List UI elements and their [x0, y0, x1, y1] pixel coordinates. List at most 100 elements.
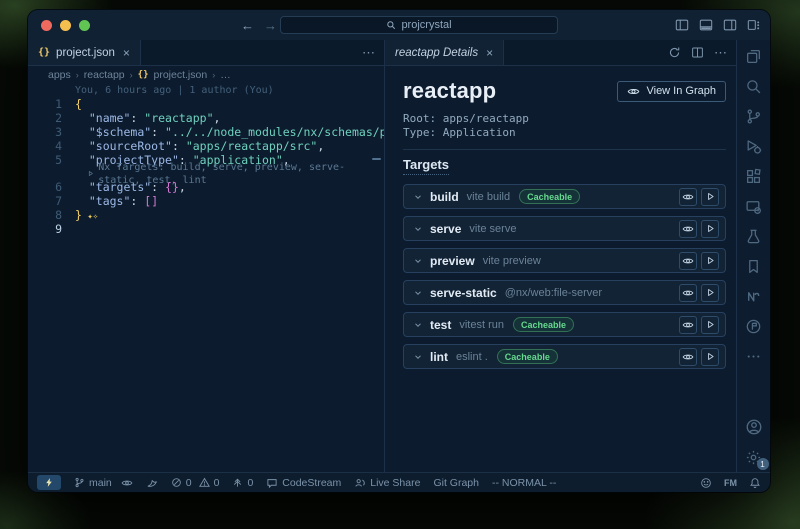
- code-editor[interactable]: You, 6 hours ago | 1 author (You)1{2 "na…: [28, 83, 384, 472]
- target-row[interactable]: test vitest run Cacheable: [403, 312, 726, 337]
- nx-project-details-panel: reactapp View In Graph Root: apps/reacta…: [385, 66, 736, 472]
- activity-account-icon[interactable]: [745, 418, 763, 436]
- target-name: build: [430, 190, 459, 204]
- code-line: 2 "name": "reactapp",: [28, 111, 384, 125]
- fm-extension-item[interactable]: FM: [724, 478, 737, 488]
- activity-more-icon[interactable]: [745, 347, 763, 365]
- tab-project-json[interactable]: {} project.json ×: [28, 40, 141, 65]
- warning-icon: [199, 477, 210, 488]
- toggle-panel-icon[interactable]: [699, 18, 713, 32]
- run-target-button[interactable]: [701, 348, 719, 366]
- run-target-button[interactable]: [701, 316, 719, 334]
- eye-icon: [682, 191, 694, 203]
- show-target-config-button[interactable]: [679, 348, 697, 366]
- run-target-button[interactable]: [701, 220, 719, 238]
- breadcrumb: apps›reactapp›{}project.json›…: [28, 66, 384, 83]
- toggle-primary-sidebar-icon[interactable]: [675, 18, 689, 32]
- project-type: Type: Application: [403, 126, 726, 140]
- live-share-item[interactable]: Live Share: [354, 477, 420, 489]
- run-target-button[interactable]: [701, 252, 719, 270]
- chevron-down-icon[interactable]: [413, 192, 423, 202]
- target-name: test: [430, 318, 451, 332]
- todo-count: 0: [247, 477, 253, 489]
- git-blame-codelens[interactable]: You, 6 hours ago | 1 author (You): [28, 84, 384, 97]
- activity-bookmark-icon[interactable]: [745, 257, 763, 275]
- remote-indicator[interactable]: [37, 475, 61, 490]
- chevron-down-icon[interactable]: [413, 320, 423, 330]
- git-graph-item[interactable]: Git Graph: [433, 477, 479, 489]
- tab-label: reactapp Details: [395, 47, 478, 59]
- activity-debug-icon[interactable]: [745, 137, 763, 155]
- breadcrumb-item[interactable]: reactapp: [84, 69, 125, 81]
- line-number: 2: [28, 111, 62, 125]
- show-target-config-button[interactable]: [679, 316, 697, 334]
- target-row[interactable]: build vite build Cacheable: [403, 184, 726, 209]
- codestream-item[interactable]: CodeStream: [266, 477, 341, 489]
- breadcrumb-item[interactable]: project.json: [154, 69, 208, 81]
- eye-icon: [682, 287, 694, 299]
- run-target-button[interactable]: [701, 188, 719, 206]
- view-in-graph-button[interactable]: View In Graph: [617, 81, 726, 102]
- target-row[interactable]: lint eslint . Cacheable: [403, 344, 726, 369]
- chevron-down-icon[interactable]: [413, 256, 423, 266]
- eye-icon[interactable]: [121, 477, 133, 489]
- eye-icon: [627, 85, 640, 98]
- activity-resource-flag-icon[interactable]: [745, 317, 763, 335]
- target-row[interactable]: serve-static @nx/web:file-server: [403, 280, 726, 305]
- line-number: 5: [28, 153, 62, 167]
- todo-tree-item[interactable]: 0: [232, 477, 253, 489]
- activity-gear-icon[interactable]: 1: [745, 448, 763, 466]
- branch-item[interactable]: main: [74, 477, 133, 489]
- show-target-config-button[interactable]: [679, 284, 697, 302]
- target-row[interactable]: preview vite preview: [403, 248, 726, 273]
- close-tab-icon[interactable]: ×: [486, 47, 493, 59]
- command-center-search[interactable]: projcrystal: [280, 16, 558, 34]
- editor-actions-more-icon[interactable]: ⋯: [362, 45, 376, 61]
- breadcrumb-item[interactable]: apps: [48, 69, 71, 81]
- project-root: Root: apps/reactapp: [403, 112, 726, 126]
- activity-nx-icon[interactable]: [745, 287, 763, 305]
- bell-icon[interactable]: [749, 477, 761, 489]
- tab-label: project.json: [56, 47, 115, 59]
- show-target-config-button[interactable]: [679, 220, 697, 238]
- activity-extensions-icon[interactable]: [745, 167, 763, 185]
- activity-source-control-icon[interactable]: [745, 107, 763, 125]
- breadcrumb-item[interactable]: …: [220, 69, 231, 81]
- target-command: vitest run: [459, 319, 504, 331]
- editor-actions-more-icon[interactable]: ⋯: [714, 45, 728, 61]
- activity-search-icon[interactable]: [745, 77, 763, 95]
- project-title: reactapp: [403, 78, 496, 104]
- customize-layout-icon[interactable]: [747, 18, 761, 32]
- bird-icon: [146, 477, 158, 489]
- chevron-down-icon[interactable]: [413, 352, 423, 362]
- cacheable-badge: Cacheable: [497, 349, 558, 364]
- line-number: 6: [28, 180, 62, 194]
- back-icon[interactable]: ←: [241, 18, 254, 33]
- forward-icon[interactable]: →: [264, 18, 277, 33]
- chevron-down-icon[interactable]: [413, 224, 423, 234]
- activity-files-icon[interactable]: [745, 47, 763, 65]
- minimize-window-button[interactable]: [60, 20, 71, 31]
- activity-beaker-icon[interactable]: [745, 227, 763, 245]
- close-window-button[interactable]: [41, 20, 52, 31]
- live-share-label: Live Share: [370, 477, 420, 489]
- run-target-button[interactable]: [701, 284, 719, 302]
- problems-item[interactable]: 0 0: [171, 477, 220, 489]
- show-target-config-button[interactable]: [679, 188, 697, 206]
- status-bar: main 0 0 0 CodeStream Live Share Git Gra…: [28, 472, 770, 492]
- close-tab-icon[interactable]: ×: [123, 47, 130, 59]
- split-editor-icon[interactable]: [691, 46, 704, 59]
- show-target-config-button[interactable]: [679, 252, 697, 270]
- eye-icon: [682, 351, 694, 363]
- zoom-window-button[interactable]: [79, 20, 90, 31]
- window-controls: [28, 20, 90, 31]
- nx-targets-codelens[interactable]: Nx Targets: build, serve, preview, serve…: [28, 167, 384, 180]
- tab-reactapp-details[interactable]: reactapp Details ×: [385, 40, 504, 65]
- target-row[interactable]: serve vite serve: [403, 216, 726, 241]
- feedback-smiley-icon[interactable]: [700, 477, 712, 489]
- chevron-down-icon[interactable]: [413, 288, 423, 298]
- toggle-secondary-sidebar-icon[interactable]: [723, 18, 737, 32]
- sync-item[interactable]: [146, 477, 158, 489]
- activity-remote-window-icon[interactable]: [745, 197, 763, 215]
- refresh-icon[interactable]: [668, 46, 681, 59]
